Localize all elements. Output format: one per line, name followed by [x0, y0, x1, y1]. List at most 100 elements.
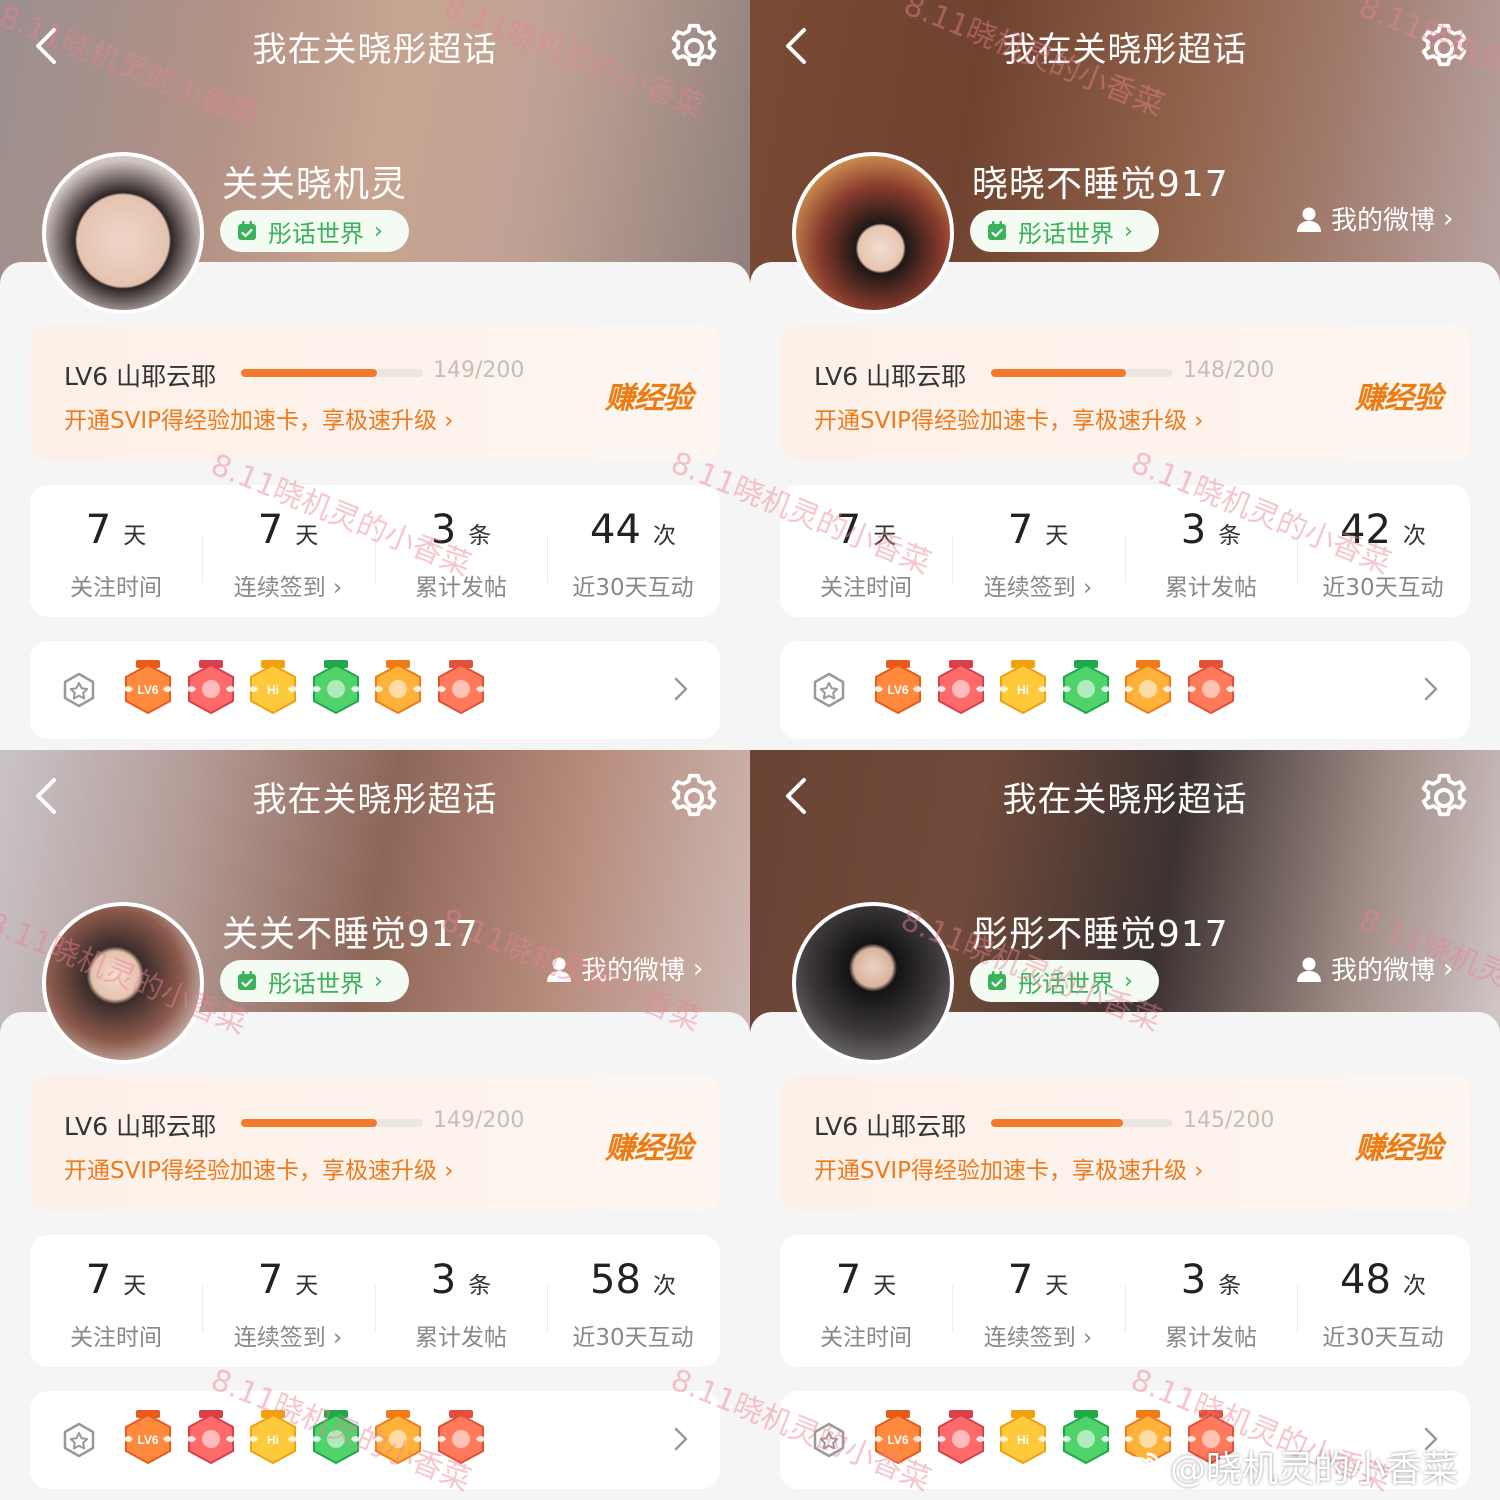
badge-heart-icon	[935, 660, 986, 715]
level-label: LV6 山耶云耶	[64, 362, 217, 391]
chevron-right-icon: ›	[1443, 953, 1454, 984]
stat-checkin-streak[interactable]: 7天 连续签到 ›	[952, 1235, 1124, 1367]
supertopic-profile-panel-1: 我在关晓彤超话 关关晓机灵 彤话世界 › › LV6 山耶云耶 149/200	[0, 0, 750, 750]
back-icon[interactable]	[778, 26, 814, 66]
stat-value: 7天	[85, 507, 147, 553]
page-title: 我在关晓彤超话	[1002, 30, 1248, 70]
chevron-right-icon: ›	[374, 968, 383, 994]
level-progress-count: 145/200	[1183, 1108, 1275, 1133]
gear-icon[interactable]	[666, 770, 722, 826]
gear-icon[interactable]	[1416, 20, 1472, 76]
world-pill-button[interactable]: 彤话世界 ›	[970, 210, 1159, 252]
badge-row[interactable]: LV6 Hi	[30, 641, 720, 739]
gear-icon[interactable]	[666, 20, 722, 76]
medal-icon	[813, 672, 845, 708]
chevron-right-icon[interactable]	[672, 675, 690, 703]
badge-hand-icon	[310, 660, 361, 715]
stat-checkin-streak[interactable]: 7天 连续签到 ›	[202, 485, 374, 617]
badge-hi-icon: Hi	[248, 1410, 298, 1465]
stat-interactions: 58 次 近30天互动	[547, 1235, 719, 1367]
level-card[interactable]: LV6 山耶云耶 148/200 开通SVIP得经验加速卡，享极速升级 › 赚经…	[780, 325, 1470, 461]
page-title: 我在关晓彤超话	[252, 780, 498, 820]
medal-icon	[813, 1422, 845, 1458]
svip-promo-link[interactable]: 开通SVIP得经验加速卡，享极速升级 ›	[64, 401, 454, 435]
svg-text:Hi: Hi	[1017, 1433, 1029, 1447]
world-pill-label: 彤话世界	[1018, 219, 1114, 248]
stat-value: 7天	[835, 1257, 897, 1303]
stat-label: 连续签到 ›	[983, 575, 1093, 601]
stat-value: 3条	[430, 1257, 492, 1303]
level-card[interactable]: LV6 山耶云耶 149/200 开通SVIP得经验加速卡，享极速升级 › 赚经…	[30, 325, 720, 461]
chevron-right-icon: ›	[374, 218, 383, 244]
stat-label: 近30天互动	[1322, 575, 1444, 601]
stat-value: 42 次	[1340, 507, 1426, 553]
chevron-right-icon: ›	[1124, 968, 1133, 994]
my-weibo-label: 我的微博	[1331, 956, 1436, 986]
level-progress-count: 149/200	[433, 1108, 525, 1133]
world-pill-button[interactable]: 彤话世界 ›	[220, 960, 409, 1002]
level-label: LV6 山耶云耶	[814, 362, 967, 391]
my-weibo-link[interactable]: 我的微博 ›	[545, 950, 703, 987]
chevron-right-icon[interactable]	[1422, 675, 1440, 703]
stat-label: 关注时间	[820, 575, 912, 601]
badge-row[interactable]: LV6 Hi	[780, 641, 1470, 739]
avatar[interactable]	[792, 152, 954, 314]
badge-rock-icon	[435, 1410, 486, 1465]
earn-exp-button[interactable]: 赚经验	[1355, 373, 1443, 417]
level-card[interactable]: LV6 山耶云耶 145/200 开通SVIP得经验加速卡，享极速升级 › 赚经…	[780, 1075, 1470, 1211]
avatar[interactable]	[42, 902, 204, 1064]
chevron-right-icon: ›	[1443, 203, 1454, 234]
svg-text:LV6: LV6	[137, 683, 158, 697]
world-pill-label: 彤话世界	[268, 969, 364, 998]
world-pill-button[interactable]: 彤话世界 ›	[970, 960, 1159, 1002]
earn-exp-button[interactable]: 赚经验	[605, 1123, 693, 1167]
medal-icon	[63, 1422, 95, 1458]
badge-emoji-icon	[1123, 660, 1173, 715]
stat-label: 连续签到 ›	[233, 1325, 343, 1351]
stat-value: 48 次	[1340, 1257, 1426, 1303]
my-weibo-link[interactable]: 我的微博 ›	[1295, 200, 1453, 237]
svg-text:Hi: Hi	[1017, 683, 1029, 697]
my-weibo-link[interactable]: 我的微博 ›	[1295, 950, 1453, 987]
avatar[interactable]	[42, 152, 204, 314]
avatar[interactable]	[792, 902, 954, 1064]
badge-hand-icon	[1060, 660, 1111, 715]
badge-heart-icon	[185, 1410, 236, 1465]
calendar-check-icon	[988, 971, 1006, 990]
level-card[interactable]: LV6 山耶云耶 149/200 开通SVIP得经验加速卡，享极速升级 › 赚经…	[30, 1075, 720, 1211]
username: 关关晓机灵	[222, 164, 408, 205]
supertopic-profile-panel-2: 我在关晓彤超话 晓晓不睡觉917 彤话世界 › 我的微博 › LV6 山耶云耶 …	[750, 0, 1500, 750]
back-icon[interactable]	[28, 26, 64, 66]
badge-row[interactable]: LV6 Hi	[30, 1391, 720, 1489]
stat-label: 累计发帖	[415, 1325, 507, 1351]
badge-rock-icon	[1185, 660, 1236, 715]
stat-checkin-streak[interactable]: 7天 连续签到 ›	[202, 1235, 374, 1367]
world-pill-button[interactable]: 彤话世界 ›	[220, 210, 409, 252]
stat-value: 7天	[1007, 1257, 1069, 1303]
back-icon[interactable]	[778, 776, 814, 816]
level-progress-fill	[991, 1119, 1123, 1127]
gear-icon[interactable]	[1416, 770, 1472, 826]
stats-card: 7天 关注时间 7天 连续签到 › 3条 累计发帖 48 次 近30天互动	[780, 1235, 1470, 1367]
badge-emoji-icon	[373, 660, 423, 715]
stats-card: 7天 关注时间 7天 连续签到 › 3条 累计发帖 42 次 近30天互动	[780, 485, 1470, 617]
earn-exp-button[interactable]: 赚经验	[1355, 1123, 1443, 1167]
svip-promo-link[interactable]: 开通SVIP得经验加速卡，享极速升级 ›	[814, 401, 1204, 435]
chevron-right-icon[interactable]	[672, 1425, 690, 1453]
level-progress-bar	[241, 369, 423, 377]
stat-value: 58 次	[590, 1257, 676, 1303]
badge-rock-icon	[435, 660, 486, 715]
level-label: LV6 山耶云耶	[814, 1112, 967, 1141]
svip-promo-link[interactable]: 开通SVIP得经验加速卡，享极速升级 ›	[814, 1151, 1204, 1185]
stat-follow-days: 7天 关注时间	[30, 485, 202, 617]
supertopic-profile-panel-4: 我在关晓彤超话 彤彤不睡觉917 彤话世界 › 我的微博 › LV6 山耶云耶 …	[750, 750, 1500, 1500]
badge-heart-icon	[185, 660, 236, 715]
stat-checkin-streak[interactable]: 7天 连续签到 ›	[952, 485, 1124, 617]
level-progress-fill	[241, 1119, 377, 1127]
level-progress-count: 149/200	[433, 358, 525, 383]
back-icon[interactable]	[28, 776, 64, 816]
svip-promo-link[interactable]: 开通SVIP得经验加速卡，享极速升级 ›	[64, 1151, 454, 1185]
svg-text:Hi: Hi	[267, 1433, 279, 1447]
world-pill-label: 彤话世界	[1018, 969, 1114, 998]
earn-exp-button[interactable]: 赚经验	[605, 373, 693, 417]
